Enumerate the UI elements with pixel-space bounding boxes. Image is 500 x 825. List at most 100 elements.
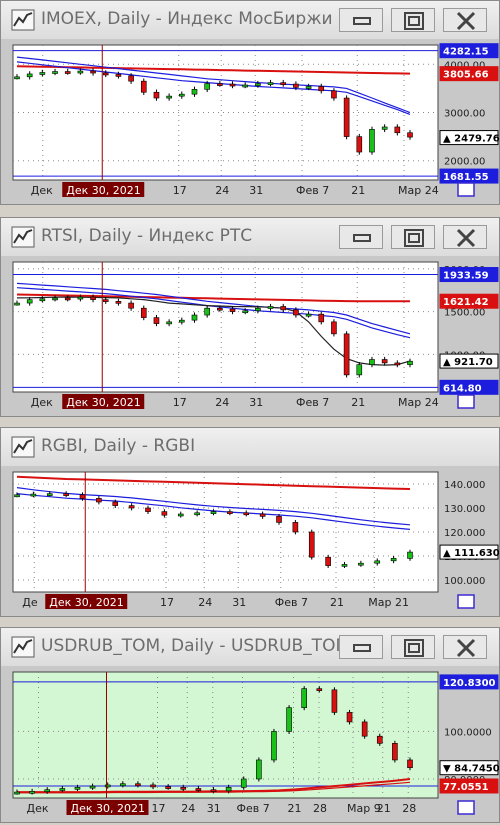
maximize-icon: [404, 12, 424, 30]
candle-body: [120, 783, 126, 787]
chart-app-icon: [11, 226, 35, 248]
candle-body: [165, 786, 171, 789]
price-label: 120.8300: [443, 678, 496, 689]
candle-body: [166, 95, 172, 99]
candle-body: [77, 296, 84, 300]
rgbi-chart-area[interactable]: 100.000110.000120.000130.000140.000▲ 111…: [1, 466, 499, 616]
usdrub-chart-area[interactable]: 80.0000100.0000120.8300▼ 84.745077.05511…: [1, 666, 499, 822]
candle-body: [318, 86, 325, 92]
candle-body: [195, 788, 202, 791]
candle-body: [102, 72, 109, 76]
candle-body: [115, 301, 122, 304]
candle-body: [255, 307, 261, 312]
candle-body: [89, 785, 96, 789]
x-tick-label: 31: [249, 184, 263, 197]
close-icon: [456, 228, 476, 248]
maximize-button[interactable]: [391, 225, 435, 249]
x-tick-label: 21: [351, 396, 365, 409]
candle-body: [26, 73, 33, 78]
candle-body: [286, 707, 292, 732]
x-tick-label: 31: [207, 802, 221, 815]
candle-body: [271, 731, 277, 761]
price-label: 3805.66: [443, 70, 489, 81]
close-button[interactable]: [443, 635, 487, 659]
candle-body: [225, 787, 232, 792]
window-title: USDRUB_TOM, Daily - USDRUB_TOM: [41, 636, 351, 656]
close-button[interactable]: [443, 8, 487, 32]
candle-body: [229, 83, 236, 87]
close-icon: [456, 11, 476, 31]
price-label: ▲ 111.6300: [443, 548, 499, 559]
window-title: RTSI, Daily - Индекс РТС: [41, 226, 253, 246]
close-button[interactable]: [443, 225, 487, 249]
candle-body: [331, 90, 337, 99]
minimize-button[interactable]: [339, 8, 383, 32]
candle-body: [52, 297, 58, 301]
candle-body: [52, 71, 58, 74]
x-tick-label: 24: [215, 396, 229, 409]
x-tick-label: 21: [288, 802, 302, 815]
window-titlebar[interactable]: RGBI, Daily - RGBI: [1, 428, 499, 466]
x-tick-label: 17: [160, 596, 174, 609]
candle-body: [177, 513, 184, 517]
candle-body: [179, 319, 185, 323]
candle-body: [407, 132, 413, 138]
y-tick-label: 3000.00: [444, 109, 485, 120]
x-tick-label: 31: [232, 596, 246, 609]
candle-body: [194, 512, 200, 516]
candle-body: [280, 82, 287, 85]
candle-body: [153, 91, 160, 99]
rtsi-chart-area[interactable]: 1000.001500.002000.001933.591621.42▲ 921…: [1, 256, 499, 416]
candle-body: [210, 511, 217, 514]
x-tick-label: Фев 7: [237, 802, 270, 815]
price-label: 4282.15: [443, 47, 489, 58]
window-titlebar[interactable]: RTSI, Daily - Индекс РТС: [1, 218, 499, 256]
candle-body: [14, 494, 20, 498]
candle-body: [128, 505, 135, 509]
candle-body: [374, 560, 381, 564]
candle-body: [145, 507, 151, 512]
candle-body: [293, 83, 299, 88]
x-tick-label: 24: [215, 184, 229, 197]
x-tick-label: 21: [330, 596, 344, 609]
window-titlebar[interactable]: IMOEX, Daily - Индекс МосБиржи: [1, 1, 499, 39]
candle-body: [259, 513, 266, 517]
price-label: ▲ 921.70: [443, 357, 493, 368]
maximize-icon: [404, 229, 424, 247]
candle-body: [325, 556, 331, 566]
candle-body: [191, 89, 198, 95]
candle-body: [343, 333, 350, 376]
candle-body: [140, 80, 147, 93]
candle-body: [204, 307, 210, 316]
candle-body: [64, 297, 71, 301]
minimize-button[interactable]: [339, 225, 383, 249]
x-tick-label: Мар 24: [398, 396, 439, 409]
cursor-date-label: Дек 30, 2021: [49, 596, 124, 609]
x-tick-label: 28: [402, 802, 416, 815]
x-tick-label: Де: [22, 596, 38, 609]
candle-body: [227, 511, 233, 514]
y-tick-label: 120.000: [444, 528, 485, 539]
candle-body: [79, 494, 86, 499]
candle-body: [407, 360, 413, 365]
usdrub-window: USDRUB_TOM, Daily - USDRUB_TOM 80.000010…: [0, 627, 500, 823]
maximize-button[interactable]: [391, 8, 435, 32]
minimize-button[interactable]: [339, 635, 383, 659]
x-tick-label: 17: [173, 184, 187, 197]
scroll-icon: [457, 594, 475, 609]
candle-body: [381, 359, 388, 364]
chart-app-icon: [11, 9, 35, 31]
candle-body: [407, 551, 413, 559]
imoex-chart-area[interactable]: 2000.00 3000.00 4000.00 4282.15 3805.66 ▲ 247…: [1, 39, 499, 204]
x-tick-label: 21: [377, 802, 391, 815]
maximize-icon: [404, 639, 424, 657]
candle-body: [39, 298, 46, 302]
candle-body: [346, 712, 353, 723]
window-titlebar[interactable]: USDRUB_TOM, Daily - USDRUB_TOM: [1, 628, 499, 666]
candle-body: [293, 309, 299, 316]
candle-body: [140, 307, 147, 318]
candle-body: [166, 321, 172, 325]
candle-body: [26, 299, 33, 304]
maximize-button[interactable]: [391, 635, 435, 659]
price-label: 614.80: [443, 383, 482, 394]
